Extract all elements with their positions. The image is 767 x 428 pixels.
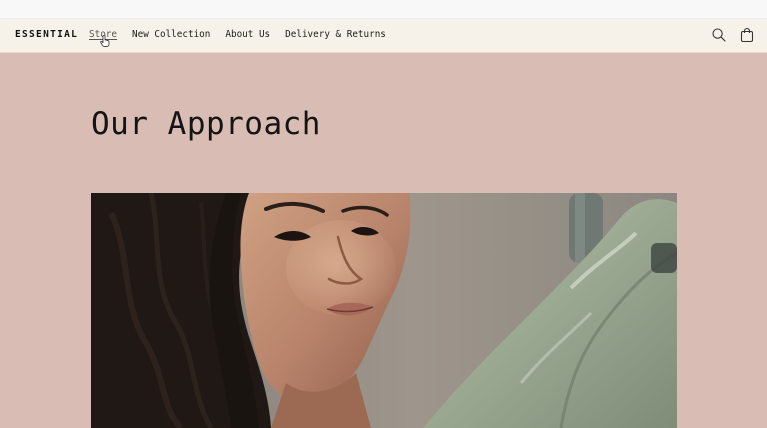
page-title: Our Approach xyxy=(91,106,321,142)
nav-item-new-collection[interactable]: New Collection xyxy=(132,29,210,41)
main-nav: Store New Collection About Us Delivery &… xyxy=(89,29,386,41)
browser-top-strip xyxy=(0,0,767,19)
shopping-bag-icon[interactable] xyxy=(739,27,755,43)
site-logo[interactable]: ESSENTIAL xyxy=(15,29,78,41)
hero-image xyxy=(91,193,677,428)
nav-item-about-us[interactable]: About Us xyxy=(225,29,270,41)
search-icon[interactable] xyxy=(711,27,727,43)
nav-item-delivery-returns[interactable]: Delivery & Returns xyxy=(285,29,386,41)
site-header: ESSENTIAL Store New Collection About Us … xyxy=(0,19,767,53)
hand-pointer-cursor-icon xyxy=(100,35,110,47)
